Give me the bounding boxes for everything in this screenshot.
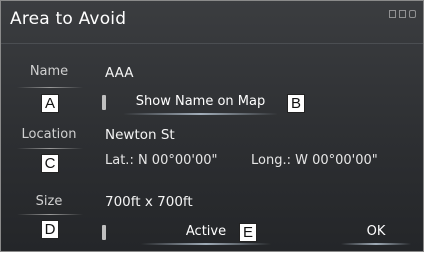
- header-divider: [1, 43, 423, 44]
- size-label-underline: [17, 214, 83, 215]
- ok-highlight: [341, 243, 411, 245]
- name-value-text: AAA: [105, 65, 134, 81]
- callout-b: B: [287, 94, 305, 113]
- area-to-avoid-screen: Area to Avoid Name A AAA Show Name on Ma…: [0, 0, 424, 252]
- location-label: Location: [21, 127, 77, 142]
- name-value[interactable]: AAA: [105, 65, 133, 81]
- show-name-on-map-button[interactable]: Show Name on Map: [123, 94, 278, 115]
- size-label: Size: [35, 194, 63, 209]
- active-indicator: [102, 225, 106, 240]
- show-name-on-map-label: Show Name on Map: [135, 94, 266, 109]
- callout-e: E: [239, 223, 257, 242]
- callout-c: C: [41, 154, 59, 173]
- size-value[interactable]: 700ft x 700ft: [105, 194, 193, 210]
- callout-d: D: [41, 220, 59, 239]
- screen-title: Area to Avoid: [10, 9, 127, 29]
- show-name-indicator: [102, 95, 106, 110]
- location-value: Newton St: [105, 127, 175, 143]
- name-label-underline: [17, 87, 83, 88]
- signal-icon: [389, 10, 396, 18]
- location-label-underline: [17, 148, 83, 149]
- status-icons: [387, 9, 417, 21]
- ok-button[interactable]: OK: [341, 224, 411, 245]
- callout-a: A: [41, 94, 59, 113]
- active-label: Active: [185, 224, 227, 239]
- name-label: Name: [29, 64, 69, 79]
- latitude-text: Lat.: N 00°00'00": [105, 153, 218, 168]
- active-highlight: [141, 243, 271, 245]
- hd-icon: [399, 10, 406, 18]
- longitude-text: Long.: W 00°00'00": [251, 153, 378, 168]
- size-value-text: 700ft x 700ft: [105, 194, 193, 210]
- ok-label: OK: [366, 224, 386, 239]
- status-indicator-icon: [409, 10, 416, 18]
- show-name-highlight: [123, 113, 278, 115]
